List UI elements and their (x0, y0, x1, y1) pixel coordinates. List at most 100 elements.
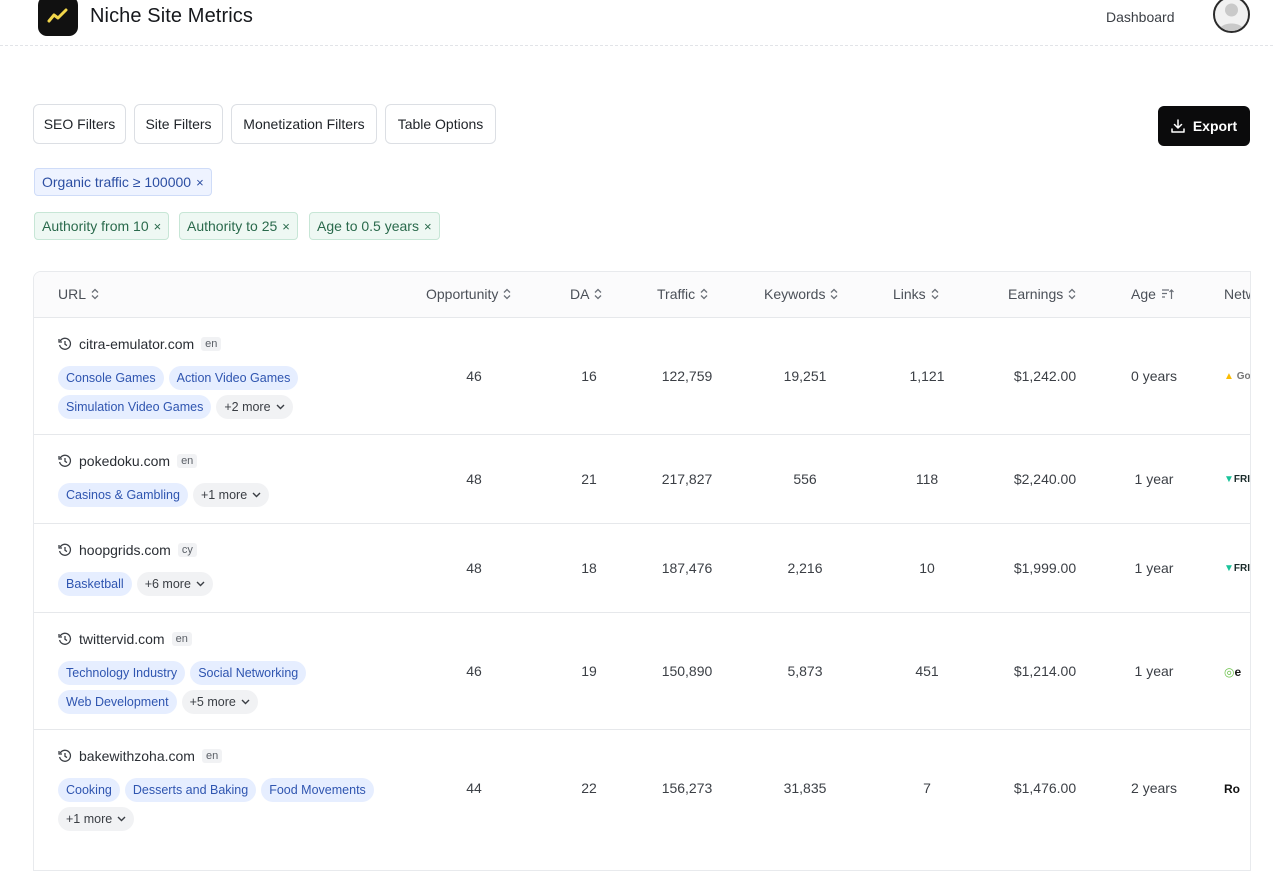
traffic-cell: 150,890 (661, 663, 713, 679)
more-tags-button[interactable]: +1 more (192, 483, 270, 507)
category-tag[interactable]: Simulation Video Games (58, 395, 212, 419)
top-bar: Niche Site Metrics Dashboard (0, 0, 1273, 46)
column-traffic[interactable]: Traffic (657, 286, 708, 302)
column-keywords[interactable]: Keywords (764, 286, 838, 302)
language-badge: en (201, 749, 223, 763)
network-logo: Ro (1224, 782, 1240, 796)
table-row[interactable]: twittervid.com en Technology Industry So… (34, 613, 1250, 730)
category-tag[interactable]: Console Games (58, 366, 164, 390)
table-options-button[interactable]: Table Options (385, 104, 496, 144)
more-tags-button[interactable]: +6 more (136, 572, 213, 596)
filter-chip-label: Age to 0.5 years (317, 218, 419, 234)
keywords-cell: 31,835 (783, 780, 827, 796)
filter-chip-traffic: Organic traffic ≥ 100000 × (34, 168, 212, 196)
sort-icon (503, 288, 511, 300)
traffic-cell: 122,759 (661, 368, 713, 384)
site-filters-button[interactable]: Site Filters (134, 104, 223, 144)
language-badge: cy (177, 543, 197, 557)
chevron-down-icon (241, 699, 250, 705)
filter-chip-label: Organic traffic ≥ 100000 (42, 174, 192, 190)
table-row[interactable]: pokedoku.com en Casinos & Gambling +1 mo… (34, 435, 1250, 524)
column-opportunity[interactable]: Opportunity (426, 286, 511, 302)
da-cell: 19 (581, 663, 597, 679)
filter-chip-label: Authority to 25 (187, 218, 278, 234)
earnings-cell: $2,240.00 (1013, 471, 1077, 487)
nav-dashboard-link[interactable]: Dashboard (1106, 9, 1175, 25)
sort-icon (594, 288, 602, 300)
table-row[interactable]: hoopgrids.com cy Basketball +6 more 48 1… (34, 524, 1250, 613)
category-tag[interactable]: Cooking (58, 778, 120, 802)
links-cell: 7 (923, 780, 931, 796)
column-age[interactable]: Age (1131, 286, 1174, 302)
site-url[interactable]: pokedoku.com (79, 453, 170, 469)
chevron-down-icon (196, 581, 205, 587)
seo-filters-button[interactable]: SEO Filters (33, 104, 126, 144)
more-tags-button[interactable]: +5 more (181, 690, 258, 714)
chevron-down-icon (276, 404, 285, 410)
column-network[interactable]: Netw (1224, 286, 1250, 302)
category-tag[interactable]: Desserts and Baking (124, 778, 257, 802)
history-icon[interactable] (58, 337, 72, 351)
column-da[interactable]: DA (570, 286, 602, 302)
links-cell: 10 (919, 560, 935, 576)
sort-ascending-icon (1161, 289, 1174, 299)
brand-title[interactable]: Niche Site Metrics (90, 5, 253, 28)
tag-list: Cooking Desserts and Baking Food Movemen… (58, 778, 378, 831)
history-icon[interactable] (58, 632, 72, 646)
tag-list: Basketball +6 more (58, 572, 318, 596)
category-tag[interactable]: Casinos & Gambling (58, 483, 188, 507)
network-logo: ◎e (1224, 665, 1242, 679)
links-cell: 451 (915, 663, 939, 679)
category-tag[interactable]: Basketball (58, 572, 132, 596)
opportunity-cell: 44 (466, 780, 482, 796)
column-earnings[interactable]: Earnings (1008, 286, 1076, 302)
history-icon[interactable] (58, 749, 72, 763)
history-icon[interactable] (58, 454, 72, 468)
remove-filter-icon[interactable]: × (154, 219, 162, 234)
category-tag[interactable]: Social Networking (190, 661, 307, 685)
site-cell: citra-emulator.com en (58, 336, 222, 352)
sort-icon (1068, 288, 1076, 300)
table-row[interactable]: citra-emulator.com en Console Games Acti… (34, 318, 1250, 435)
app-logo[interactable] (38, 0, 78, 36)
traffic-cell: 217,827 (661, 471, 713, 487)
tag-list: Casinos & Gambling +1 more (58, 483, 318, 507)
table-header: URL Opportunity DA Traffic Keywords Link… (34, 272, 1250, 318)
traffic-cell: 156,273 (661, 780, 713, 796)
more-tags-button[interactable]: +1 more (58, 807, 135, 831)
language-badge: en (171, 632, 192, 646)
sort-icon (831, 288, 838, 300)
monetization-filters-button[interactable]: Monetization Filters (231, 104, 377, 144)
more-tags-button[interactable]: +2 more (216, 395, 293, 419)
site-url[interactable]: citra-emulator.com (79, 336, 194, 352)
age-cell: 1 year (1134, 471, 1174, 487)
earnings-cell: $1,214.00 (1013, 663, 1077, 679)
export-button[interactable]: Export (1158, 106, 1250, 146)
links-cell: 118 (915, 471, 939, 487)
remove-filter-icon[interactable]: × (196, 175, 204, 190)
remove-filter-icon[interactable]: × (424, 219, 432, 234)
category-tag[interactable]: Technology Industry (58, 661, 186, 685)
age-cell: 1 year (1134, 560, 1174, 576)
category-tag[interactable]: Food Movements (261, 778, 374, 802)
earnings-cell: $1,242.00 (1013, 368, 1077, 384)
site-url[interactable]: hoopgrids.com (79, 542, 171, 558)
da-cell: 18 (581, 560, 597, 576)
remove-filter-icon[interactable]: × (282, 219, 290, 234)
category-tag[interactable]: Action Video Games (168, 366, 299, 390)
column-links[interactable]: Links (893, 286, 939, 302)
site-url[interactable]: bakewithzoha.com (79, 748, 195, 764)
history-icon[interactable] (58, 543, 72, 557)
network-logo: ▼FRI (1224, 563, 1251, 574)
filter-chip-authority-from: Authority from 10 × (34, 212, 170, 240)
user-avatar[interactable] (1213, 0, 1250, 33)
sort-icon (700, 288, 708, 300)
filter-chip-authority-to: Authority to 25 × (179, 212, 298, 240)
site-url[interactable]: twittervid.com (79, 631, 165, 647)
keywords-cell: 2,216 (787, 560, 823, 576)
earnings-cell: $1,476.00 (1013, 780, 1077, 796)
filter-chip-age: Age to 0.5 years × (309, 212, 440, 240)
table-row[interactable]: bakewithzoha.com en Cooking Desserts and… (34, 730, 1250, 870)
column-url[interactable]: URL (58, 286, 99, 302)
category-tag[interactable]: Web Development (58, 690, 177, 714)
